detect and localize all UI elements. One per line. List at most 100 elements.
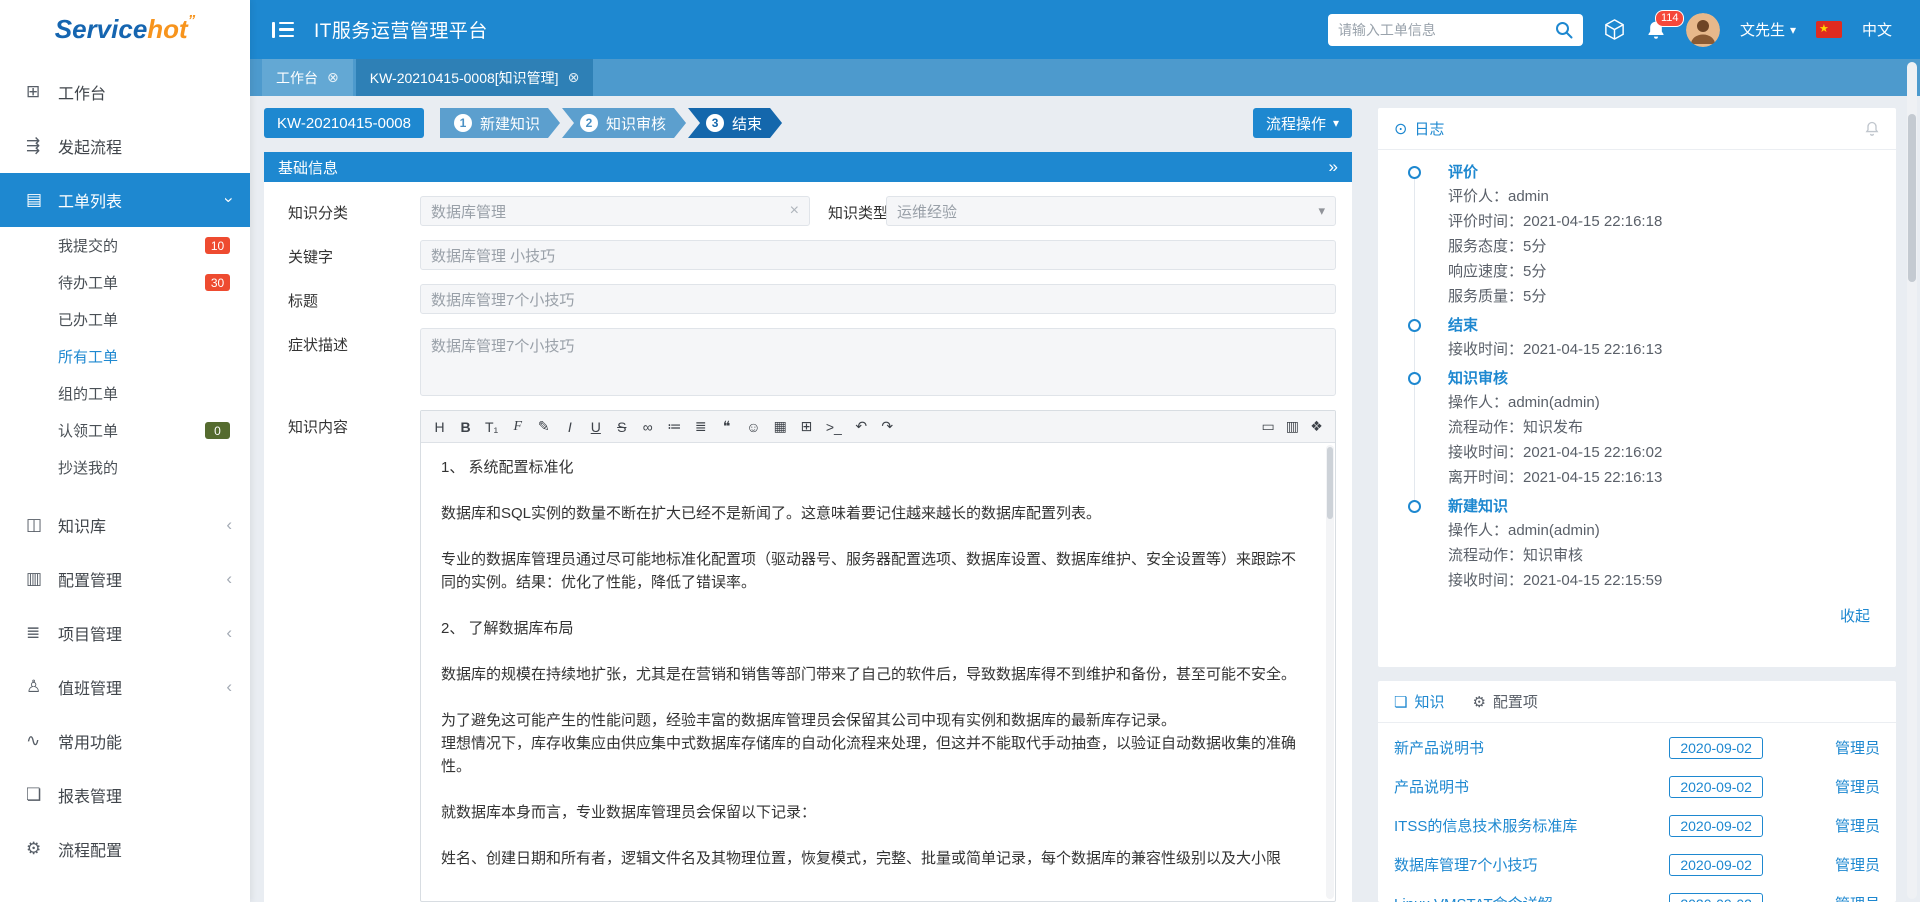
date-badge: 2020-09-02 — [1669, 893, 1763, 902]
page-scrollbar[interactable] — [1907, 62, 1917, 899]
bold-icon[interactable]: B — [459, 419, 472, 435]
image-icon[interactable]: ▦ — [774, 418, 787, 435]
knowledge-type-select[interactable]: 运维经验 ▾ — [886, 196, 1336, 226]
sidebar-item-workbench[interactable]: ⊞ 工作台 — [0, 65, 250, 119]
sidebar-subitem-cc-me[interactable]: 抄送我的 — [0, 449, 250, 486]
symptom-textarea[interactable]: 数据库管理7个小技巧 — [420, 328, 1336, 396]
timeline-entry-title[interactable]: 结束 — [1448, 315, 1478, 337]
text-size-icon[interactable]: T₁ — [485, 419, 498, 435]
knowledge-link[interactable]: 数据库管理7个小技巧 — [1394, 854, 1669, 875]
package-icon[interactable] — [1603, 18, 1626, 41]
knowledge-link[interactable]: Linux VMSTAT命令详解 — [1394, 893, 1669, 902]
step-label: 新建知识 — [480, 113, 540, 134]
knowledge-link[interactable]: ITSS的信息技术服务标准库 — [1394, 815, 1669, 836]
sidebar-item-initiate-process[interactable]: ⇶ 发起流程 — [0, 119, 250, 173]
split-view-icon[interactable]: ▥ — [1286, 418, 1299, 435]
sidebar-subitem-done[interactable]: 已办工单 — [0, 301, 250, 338]
search-input[interactable] — [1338, 22, 1555, 38]
fullscreen-icon[interactable]: ❖ — [1310, 418, 1323, 435]
knowledge-link[interactable]: 新产品说明书 — [1394, 737, 1669, 758]
knowledge-category-field: × — [420, 196, 810, 226]
page-scrollbar-thumb[interactable] — [1908, 114, 1916, 282]
italic-icon[interactable]: I — [563, 419, 576, 435]
sidebar-subitem-all[interactable]: 所有工单 — [0, 338, 250, 375]
sidebar-item-common-functions[interactable]: ∿ 常用功能 — [0, 714, 250, 768]
editor-paragraph: 就数据库本身而言，专业数据库管理员会保留以下记录： — [441, 801, 1305, 824]
sidebar-item-knowledge-base[interactable]: ◫ 知识库 ‹ — [0, 498, 250, 552]
emoji-icon[interactable]: ☺ — [746, 419, 760, 435]
search-icon[interactable] — [1555, 21, 1573, 39]
knowledge-link[interactable]: 产品说明书 — [1394, 776, 1669, 797]
editor-scrollbar[interactable] — [1326, 445, 1334, 899]
knowledge-category-input[interactable] — [431, 203, 782, 220]
timeline-entry-title[interactable]: 知识审核 — [1448, 368, 1508, 390]
tab-knowledge-ticket[interactable]: KW-20210415-0008[知识管理] ⊗ — [356, 59, 594, 96]
tab-config-items[interactable]: ⚙ 配置项 — [1472, 691, 1537, 712]
pencil-icon[interactable]: ✎ — [537, 418, 550, 435]
timeline-detail: 评价人：admin — [1448, 184, 1878, 209]
sidebar-nav: ⊞ 工作台 ⇶ 发起流程 ▤ 工单列表 › 我提交的 10 待办工单 30 — [0, 59, 250, 902]
field-label-category: 知识分类 — [280, 196, 420, 226]
log-title-text: 日志 — [1414, 118, 1444, 139]
notification-bell-icon[interactable]: 114 — [1646, 19, 1666, 41]
sidebar-item-duty-management[interactable]: ♙ 值班管理 ‹ — [0, 660, 250, 714]
strikethrough-icon[interactable]: S — [615, 419, 628, 435]
language-switcher[interactable]: 中文 — [1862, 19, 1892, 40]
heading-icon[interactable]: H — [433, 419, 446, 435]
clear-icon[interactable]: × — [790, 202, 799, 220]
font-icon[interactable]: F — [511, 419, 524, 435]
quote-icon[interactable]: ❝ — [720, 418, 733, 435]
sidebar-item-project-management[interactable]: ≣ 项目管理 ‹ — [0, 606, 250, 660]
form-row-content: 知识内容 H B T₁ F ✎ I — [280, 410, 1336, 902]
sidebar-subitem-todo[interactable]: 待办工单 30 — [0, 264, 250, 301]
editor-content[interactable]: 1、 系统配置标准化 数据库和SQL实例的数量不断在扩大已经不是新闻了。这意味着… — [421, 443, 1335, 901]
china-flag-icon[interactable]: ★ — [1816, 21, 1842, 38]
sidebar-toggle-icon[interactable] — [272, 22, 294, 38]
title-input[interactable] — [431, 291, 1325, 308]
editor-scrollbar-thumb[interactable] — [1327, 447, 1333, 519]
close-icon[interactable]: ⊗ — [568, 69, 580, 86]
date-badge: 2020-09-02 — [1669, 776, 1763, 798]
keywords-input[interactable] — [431, 247, 1325, 264]
timeline-detail: 服务质量：5分 — [1448, 284, 1878, 309]
timeline-entry-title[interactable]: 评价 — [1448, 162, 1478, 184]
ordered-list-icon[interactable]: ≔ — [667, 418, 681, 435]
list-item: 数据库管理7个小技巧 2020-09-02 管理员 — [1394, 845, 1880, 884]
link-icon[interactable]: ∞ — [641, 419, 654, 435]
sidebar-item-work-orders[interactable]: ▤ 工单列表 › — [0, 173, 250, 227]
unordered-list-icon[interactable]: ≣ — [694, 418, 707, 435]
knowledge-doc-icon: ❏ — [1394, 693, 1407, 711]
sidebar-subitem-group[interactable]: 组的工单 — [0, 375, 250, 412]
project-management-icon: ≣ — [26, 623, 58, 643]
preview-icon[interactable]: ▭ — [1262, 418, 1275, 435]
sidebar-subitem-claim[interactable]: 认领工单 0 — [0, 412, 250, 449]
code-icon[interactable]: >_ — [826, 419, 842, 435]
close-icon[interactable]: ⊗ — [327, 69, 339, 86]
redo-icon[interactable]: ↷ — [881, 418, 894, 435]
sidebar: Servicehot” ⊞ 工作台 ⇶ 发起流程 ▤ 工单列表 › 我提交的 1… — [0, 0, 250, 902]
tab-workbench[interactable]: 工作台 ⊗ — [262, 59, 353, 96]
underline-icon[interactable]: U — [589, 419, 602, 435]
sidebar-item-config-management[interactable]: ▥ 配置管理 ‹ — [0, 552, 250, 606]
tab-label: 工作台 — [276, 68, 318, 88]
step-create-knowledge: 1 新建知识 — [440, 108, 560, 138]
timeline-entry-title[interactable]: 新建知识 — [1448, 496, 1508, 518]
report-document-icon: ❏ — [26, 785, 58, 805]
undo-icon[interactable]: ↶ — [855, 418, 868, 435]
table-icon[interactable]: ⊞ — [800, 418, 813, 435]
timeline-detail: 流程动作：知识发布 — [1448, 415, 1878, 440]
collapse-log-link[interactable]: 收起 — [1392, 599, 1878, 626]
timeline-dot-icon — [1408, 372, 1421, 385]
user-avatar[interactable] — [1686, 13, 1720, 47]
log-circle-icon: ⊙ — [1394, 119, 1407, 139]
tab-knowledge[interactable]: ❏ 知识 — [1394, 691, 1444, 712]
sidebar-item-report-management[interactable]: ❏ 报表管理 — [0, 768, 250, 822]
sidebar-item-process-config[interactable]: ⚙ 流程配置 — [0, 822, 250, 876]
sidebar-subitem-my-submitted[interactable]: 我提交的 10 — [0, 227, 250, 264]
log-bell-icon[interactable] — [1864, 120, 1880, 137]
collapse-section-icon[interactable]: » — [1329, 157, 1338, 177]
workflow-steps: 1 新建知识 2 知识审核 3 结束 — [440, 108, 784, 138]
process-action-button[interactable]: 流程操作 ▾ — [1253, 108, 1352, 138]
user-menu[interactable]: 文先生 ▾ — [1740, 19, 1796, 40]
timeline-detail: 离开时间：2021-04-15 22:16:13 — [1448, 465, 1878, 490]
